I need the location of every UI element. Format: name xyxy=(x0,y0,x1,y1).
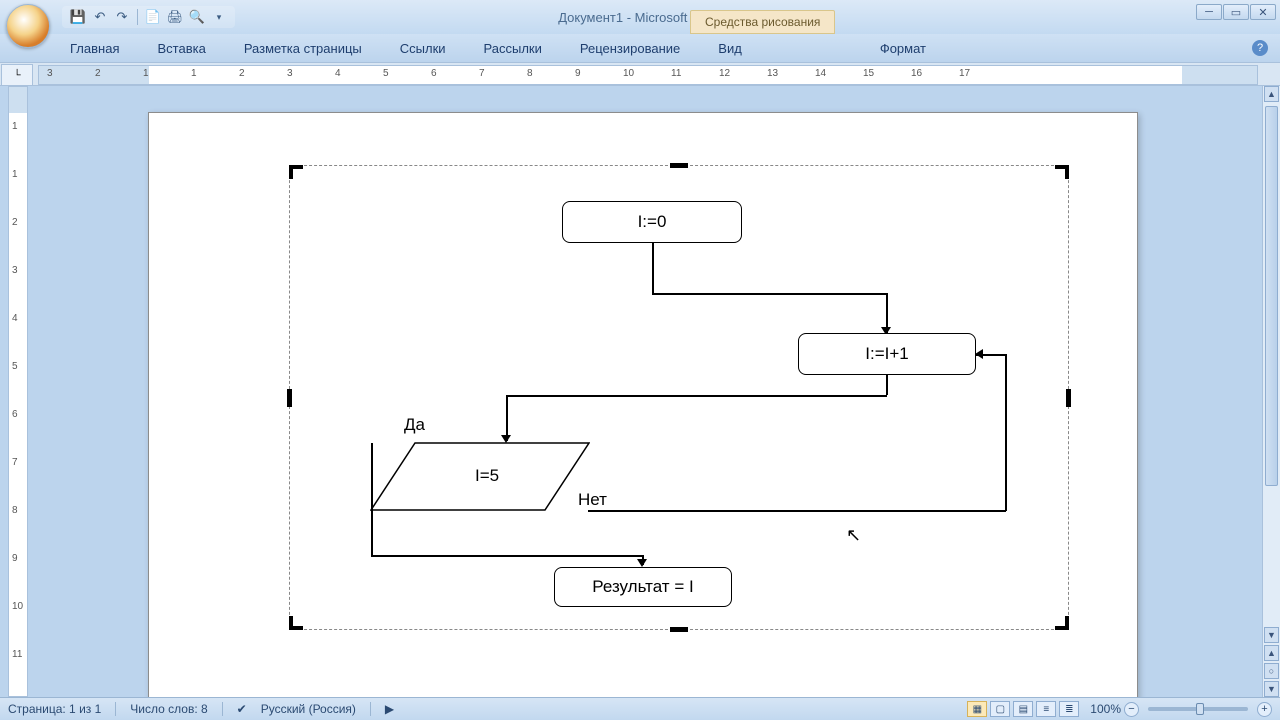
spell-check-icon[interactable]: ✔ xyxy=(237,702,247,716)
status-page[interactable]: Страница: 1 из 1 xyxy=(8,702,101,716)
close-button[interactable]: ✕ xyxy=(1250,4,1276,20)
browse-object-button[interactable]: ○ xyxy=(1264,663,1279,679)
process-box-increment[interactable]: I:=I+1 xyxy=(798,333,976,375)
save-icon[interactable]: 💾 xyxy=(68,7,88,27)
crop-handle-b[interactable] xyxy=(670,627,688,632)
tab-selector[interactable]: └ xyxy=(1,64,33,86)
tab-review[interactable]: Рецензирование xyxy=(572,37,688,62)
view-outline[interactable]: ≡ xyxy=(1036,701,1056,717)
horizontal-ruler[interactable]: 3211234567891011121314151617 xyxy=(38,65,1258,85)
new-icon[interactable]: 📄 xyxy=(143,7,163,27)
status-language[interactable]: Русский (Россия) xyxy=(261,702,356,716)
tab-view[interactable]: Вид xyxy=(710,37,750,62)
connector xyxy=(886,375,888,395)
connector xyxy=(652,293,887,295)
undo-icon[interactable]: ↶ xyxy=(90,7,110,27)
label-no: Нет xyxy=(578,490,607,510)
separator xyxy=(115,702,116,716)
macro-icon[interactable]: ▶ xyxy=(385,702,394,716)
view-full-screen[interactable]: ▢ xyxy=(990,701,1010,717)
contextual-tab-label: Средства рисования xyxy=(690,10,835,34)
minimize-button[interactable]: ─ xyxy=(1196,4,1222,20)
crop-handle-tr[interactable] xyxy=(1055,165,1069,179)
zoom-slider-thumb[interactable] xyxy=(1196,703,1204,715)
process-box-result[interactable]: Результат = I xyxy=(554,567,732,607)
label-yes: Да xyxy=(404,415,425,435)
view-print-layout[interactable]: ▦ xyxy=(967,701,987,717)
view-draft[interactable]: ≣ xyxy=(1059,701,1079,717)
separator xyxy=(370,702,371,716)
quick-access-toolbar: 💾 ↶ ↷ 📄 🖨 🔍 ▾ xyxy=(62,6,235,28)
connector xyxy=(371,443,373,556)
connector xyxy=(588,510,1006,512)
scroll-thumb[interactable] xyxy=(1265,106,1278,486)
crop-handle-r[interactable] xyxy=(1066,389,1071,407)
tab-references[interactable]: Ссылки xyxy=(392,37,454,62)
zoom-in-button[interactable]: + xyxy=(1257,702,1272,717)
vertical-scrollbar[interactable]: ▲ ▼ ▲ ○ ▼ xyxy=(1262,86,1280,697)
scroll-down-button[interactable]: ▼ xyxy=(1264,627,1279,643)
vertical-ruler[interactable]: 11234567891011 xyxy=(8,86,28,697)
drawing-canvas[interactable]: I:=0 I:=I+1 xyxy=(289,165,1069,630)
zoom-slider[interactable] xyxy=(1148,707,1248,711)
crop-handle-br[interactable] xyxy=(1055,616,1069,630)
tab-home[interactable]: Главная xyxy=(62,37,127,62)
arrowhead-icon xyxy=(637,559,647,567)
tab-format[interactable]: Формат xyxy=(872,37,934,62)
crop-handle-tl[interactable] xyxy=(289,165,303,179)
help-icon[interactable]: ? xyxy=(1252,40,1268,56)
next-page-button[interactable]: ▼ xyxy=(1264,681,1279,697)
maximize-button[interactable]: ▭ xyxy=(1223,4,1249,20)
crop-handle-bl[interactable] xyxy=(289,616,303,630)
connector xyxy=(1005,354,1007,511)
tab-mailings[interactable]: Рассылки xyxy=(476,37,550,62)
zoom-level[interactable]: 100% xyxy=(1090,702,1121,716)
office-button[interactable] xyxy=(6,4,50,48)
preview-icon[interactable]: 🔍 xyxy=(187,7,207,27)
crop-handle-l[interactable] xyxy=(287,389,292,407)
connector xyxy=(506,395,887,397)
view-web[interactable]: ▤ xyxy=(1013,701,1033,717)
zoom-out-button[interactable]: − xyxy=(1124,702,1139,717)
print-icon[interactable]: 🖨 xyxy=(165,7,185,27)
separator xyxy=(137,9,138,25)
page[interactable]: I:=0 I:=I+1 xyxy=(148,112,1138,697)
redo-icon[interactable]: ↷ xyxy=(112,7,132,27)
tab-page-layout[interactable]: Разметка страницы xyxy=(236,37,370,62)
ribbon-tabs: Главная Вставка Разметка страницы Ссылки… xyxy=(0,34,1280,62)
prev-page-button[interactable]: ▲ xyxy=(1264,645,1279,661)
arrowhead-icon xyxy=(975,349,983,359)
process-box-init[interactable]: I:=0 xyxy=(562,201,742,243)
tab-insert[interactable]: Вставка xyxy=(149,37,213,62)
separator xyxy=(222,702,223,716)
decision-text: I=5 xyxy=(475,466,499,486)
connector xyxy=(652,243,654,293)
crop-handle-t[interactable] xyxy=(670,163,688,168)
qat-customize-icon[interactable]: ▾ xyxy=(209,7,229,27)
document-area[interactable]: I:=0 I:=I+1 xyxy=(28,86,1280,697)
status-word-count[interactable]: Число слов: 8 xyxy=(130,702,207,716)
connector xyxy=(371,555,643,557)
status-bar: Страница: 1 из 1 Число слов: 8 ✔ Русский… xyxy=(0,697,1280,720)
scroll-up-button[interactable]: ▲ xyxy=(1264,86,1279,102)
